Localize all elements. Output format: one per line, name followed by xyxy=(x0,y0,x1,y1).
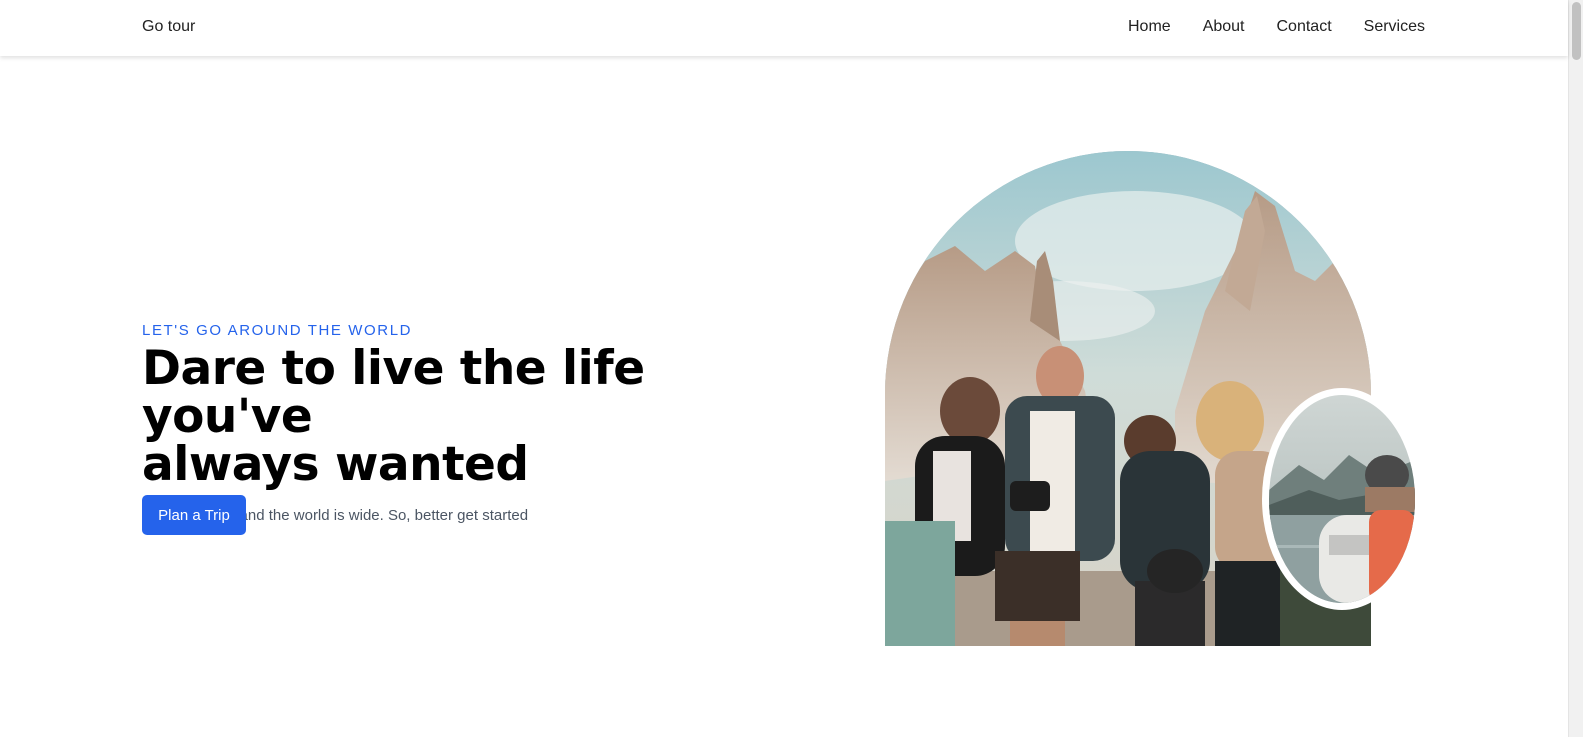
inset-oval-frame xyxy=(1269,395,1415,603)
nav-link-about[interactable]: About xyxy=(1203,18,1245,36)
nav-link-home[interactable]: Home xyxy=(1128,18,1171,36)
nav-links: Home About Contact Services xyxy=(1128,18,1425,36)
hero-eyebrow: LET'S GO AROUND THE WORLD xyxy=(142,322,413,339)
brand-logo[interactable]: Go tour xyxy=(142,18,195,36)
scrollbar-thumb[interactable] xyxy=(1572,2,1581,60)
nav-link-contact[interactable]: Contact xyxy=(1277,18,1332,36)
hero-title-line2: always wanted xyxy=(142,437,529,492)
hero-text: LET'S GO AROUND THE WORLD Dare to live t… xyxy=(142,322,802,524)
page-scrollbar[interactable] xyxy=(1568,0,1583,737)
navbar: Go tour Home About Contact Services xyxy=(0,0,1568,56)
nav-link-services[interactable]: Services xyxy=(1364,18,1425,36)
hero-title-line1: Dare to live the life you've xyxy=(142,341,645,444)
hero-title: Dare to live the life you've always want… xyxy=(142,345,802,489)
inset-oval-image xyxy=(1262,388,1422,610)
plan-trip-button[interactable]: Plan a Trip xyxy=(142,495,246,535)
traveler-lake-photo xyxy=(1269,395,1415,603)
